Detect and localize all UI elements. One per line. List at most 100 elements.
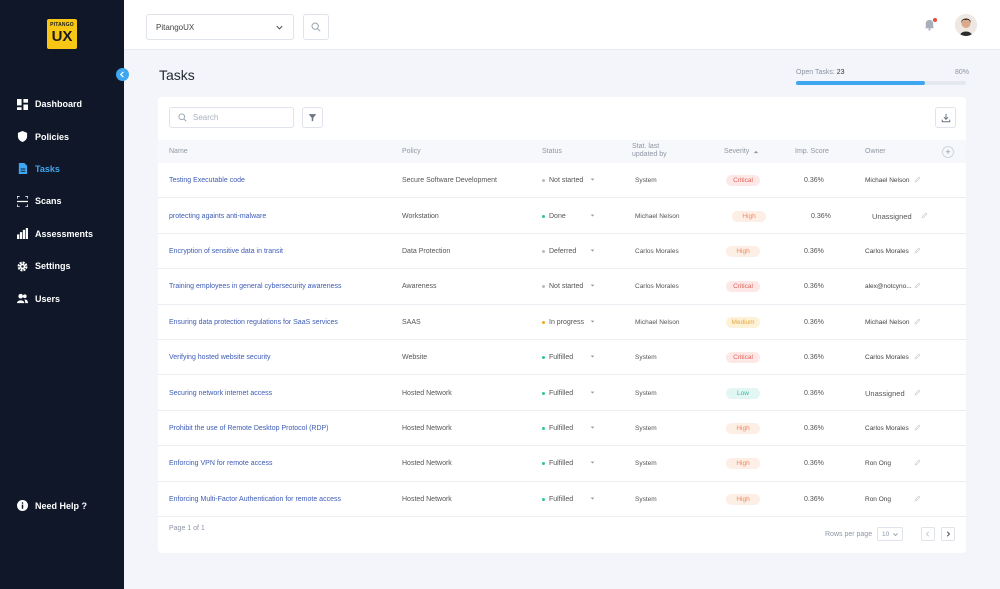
edit-owner-button[interactable]: [914, 411, 921, 446]
edit-owner-button[interactable]: [914, 305, 921, 340]
status-dot: [542, 426, 545, 430]
edit-owner-button[interactable]: [921, 198, 928, 233]
status-label: Fulfilled: [549, 424, 574, 432]
edit-owner-button[interactable]: [914, 340, 921, 375]
task-name-link[interactable]: Prohibit the use of Remote Desktop Proto…: [169, 411, 329, 446]
previous-page-button[interactable]: [921, 527, 935, 541]
column-header-name[interactable]: Name: [169, 140, 188, 163]
chevron-right-icon: [946, 531, 951, 537]
edit-owner-button[interactable]: [914, 482, 921, 517]
table-row[interactable]: Enforcing VPN for remote access Hosted Ne…: [158, 446, 966, 482]
status-dropdown[interactable]: Not started: [542, 163, 595, 198]
policy-cell: Hosted Network: [402, 495, 452, 503]
severity-badge: High: [726, 458, 760, 470]
pitango-logo[interactable]: PITANGO UX: [47, 19, 77, 49]
column-header-updated-by[interactable]: Stat. last updated by: [632, 139, 667, 162]
table-row[interactable]: Prohibit the use of Remote Desktop Proto…: [158, 411, 966, 447]
updated-by-cell: Michael Nelson: [635, 212, 680, 220]
sidebar-item-users[interactable]: Users: [0, 282, 124, 314]
status-label: Not started: [549, 283, 584, 291]
impact-score-cell: 0.36%: [804, 424, 824, 432]
updated-by-cell: System: [635, 177, 657, 185]
need-help-link[interactable]: Need Help ?: [17, 500, 87, 511]
task-name-link[interactable]: Encryption of sensitive data in transit: [169, 234, 283, 269]
status-dropdown[interactable]: Deferred: [542, 234, 595, 269]
edit-owner-button[interactable]: [914, 234, 921, 269]
column-header-status[interactable]: Status: [542, 140, 562, 163]
filter-button[interactable]: [302, 107, 323, 128]
status-dropdown[interactable]: Fulfilled: [542, 340, 595, 375]
notification-dot: [933, 18, 937, 22]
search-icon: [178, 113, 187, 122]
table-row[interactable]: protecting againts anti-malware Workstati…: [158, 198, 966, 234]
task-name-link[interactable]: Ensuring data protection regulations for…: [169, 305, 338, 340]
notifications-button[interactable]: [923, 18, 937, 32]
task-name-link[interactable]: Testing Executable code: [169, 163, 245, 198]
sidebar-item-tasks[interactable]: Tasks: [0, 153, 124, 185]
table-row[interactable]: Training employees in general cybersecur…: [158, 269, 966, 305]
pencil-icon: [914, 424, 921, 433]
task-name-link[interactable]: Verifying hosted website security: [169, 340, 271, 375]
status-dropdown[interactable]: Done: [542, 198, 595, 233]
organization-select[interactable]: PitangoUX: [146, 14, 294, 40]
top-bar: PitangoUX: [124, 0, 1000, 50]
column-header-severity[interactable]: Severity: [724, 140, 759, 163]
column-header-score[interactable]: Imp. Score: [795, 140, 829, 163]
severity-cell: Low: [724, 375, 762, 410]
edit-owner-button[interactable]: [914, 375, 921, 410]
table-search[interactable]: [169, 107, 294, 128]
status-dropdown[interactable]: Fulfilled: [542, 375, 595, 410]
pencil-icon: [914, 318, 921, 327]
table-row[interactable]: Securing network internet access Hosted N…: [158, 375, 966, 411]
search-input[interactable]: [193, 113, 293, 122]
caret-down-icon: [590, 496, 595, 503]
severity-cell: High: [730, 198, 768, 233]
rows-per-page-select[interactable]: 10: [877, 527, 903, 541]
sidebar-item-settings[interactable]: Settings: [0, 250, 124, 282]
impact-score-cell: 0.36%: [804, 495, 824, 503]
edit-owner-button[interactable]: [914, 269, 921, 304]
edit-owner-button[interactable]: [914, 446, 921, 481]
pencil-icon: [914, 495, 921, 504]
column-header-owner[interactable]: Owner: [865, 140, 886, 163]
task-name-link[interactable]: Enforcing Multi-Factor Authentication fo…: [169, 482, 341, 517]
task-name-link[interactable]: Enforcing VPN for remote access: [169, 446, 273, 481]
global-search-button[interactable]: [303, 14, 329, 40]
table-row[interactable]: Enforcing Multi-Factor Authentication fo…: [158, 482, 966, 517]
column-header-policy[interactable]: Policy: [402, 140, 421, 163]
download-icon: [941, 113, 950, 122]
chevron-left-icon: [925, 531, 930, 537]
download-button[interactable]: [935, 107, 956, 128]
owner-cell: Carlos Morales: [865, 247, 909, 255]
status-dropdown[interactable]: Fulfilled: [542, 411, 595, 446]
edit-owner-button[interactable]: [914, 163, 921, 198]
next-page-button[interactable]: [941, 527, 955, 541]
table-body: Testing Executable code Secure Software D…: [158, 163, 966, 517]
sidebar-item-policies[interactable]: Policies: [0, 120, 124, 152]
table-row[interactable]: Verifying hosted website security Website…: [158, 340, 966, 376]
sidebar-item-scans[interactable]: Scans: [0, 185, 124, 217]
user-avatar[interactable]: [955, 14, 977, 36]
table-row[interactable]: Testing Executable code Secure Software D…: [158, 163, 966, 199]
task-name-link[interactable]: Training employees in general cybersecur…: [169, 269, 342, 304]
severity-badge: Critical: [726, 281, 760, 293]
status-dropdown[interactable]: Not started: [542, 269, 595, 304]
sidebar-item-assessments[interactable]: Assessments: [0, 218, 124, 250]
severity-badge: Critical: [726, 175, 760, 187]
status-dropdown[interactable]: Fulfilled: [542, 446, 595, 481]
table-row[interactable]: Ensuring data protection regulations for…: [158, 305, 966, 340]
severity-cell: Critical: [724, 163, 762, 198]
status-dropdown[interactable]: In progress: [542, 305, 595, 340]
sidebar-collapse-button[interactable]: [116, 68, 129, 81]
task-name-link[interactable]: protecting againts anti-malware: [169, 198, 266, 233]
plus-icon: +: [945, 147, 951, 157]
add-column-button[interactable]: +: [942, 146, 954, 158]
owner-cell: Ron Ong: [865, 460, 892, 468]
status-dot: [542, 320, 545, 324]
sidebar-item-dashboard[interactable]: Dashboard: [0, 88, 124, 120]
table-row[interactable]: Encryption of sensitive data in transit D…: [158, 234, 966, 270]
task-name-link[interactable]: Securing network internet access: [169, 375, 272, 410]
status-dropdown[interactable]: Fulfilled: [542, 482, 595, 517]
status-dot: [542, 214, 545, 218]
owner-cell: Carlos Morales: [865, 424, 909, 432]
